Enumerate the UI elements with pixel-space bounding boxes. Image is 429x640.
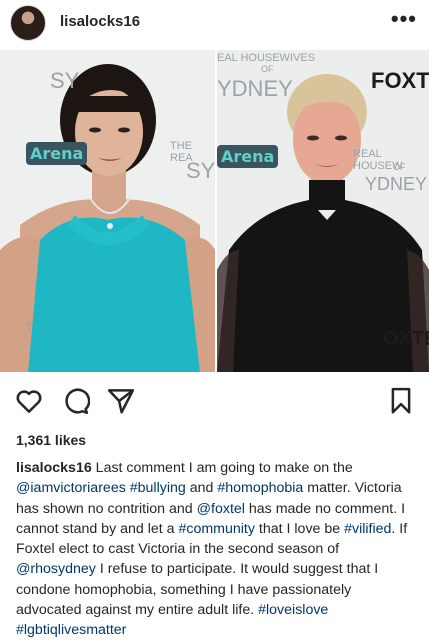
- foxtel-logo: FOXT: [371, 68, 429, 93]
- mention-link[interactable]: @rhosydney: [16, 561, 96, 577]
- foxtel-logo: OXTE: [383, 328, 429, 350]
- comment-icon[interactable]: [60, 386, 90, 416]
- arena-logo: Arena: [26, 142, 88, 165]
- bg-text: YDNEY: [365, 174, 428, 194]
- post-caption: lisalocks16 Last comment I am going to m…: [16, 458, 418, 640]
- bg-text: T: [26, 322, 33, 334]
- bg-text: OF: [261, 64, 274, 74]
- mention-link[interactable]: @foxtel: [197, 501, 245, 517]
- arena-logo: Arena: [217, 145, 279, 168]
- bg-text: EAL HOUSEWIVES: [217, 52, 316, 64]
- caption-text: Last comment I am going to make on the: [91, 460, 353, 476]
- hashtag-link[interactable]: #loveislove: [258, 602, 328, 618]
- likes-count[interactable]: 1,361 likes: [16, 432, 86, 448]
- hashtag-link[interactable]: #homophobia: [217, 480, 303, 496]
- hashtag-link[interactable]: #community: [178, 521, 254, 537]
- post-photo[interactable]: SY THE REA SY T Arena EAL HOUSEWIVES OF: [0, 50, 429, 372]
- heart-icon[interactable]: [14, 386, 44, 416]
- post-header: lisalocks16 •••: [0, 0, 429, 50]
- post-username[interactable]: lisalocks16: [60, 13, 140, 30]
- bookmark-icon[interactable]: [386, 386, 416, 416]
- bg-text: SY: [50, 68, 80, 93]
- bg-text: REAL HOUSEW: [353, 148, 403, 172]
- bg-text: YDNEY: [217, 76, 293, 101]
- hashtag-link[interactable]: #vilified: [344, 521, 391, 537]
- caption-text: that I love be: [254, 520, 345, 537]
- more-options-icon[interactable]: •••: [391, 8, 417, 30]
- avatar[interactable]: [10, 5, 46, 41]
- mention-link[interactable]: @iamvictoriarees: [16, 480, 126, 496]
- caption-text: and: [185, 480, 218, 497]
- share-icon[interactable]: [106, 386, 136, 416]
- hashtag-link[interactable]: #lgbtiqlivesmatter: [16, 622, 126, 638]
- bg-text: OF: [393, 162, 406, 172]
- caption-username[interactable]: lisalocks16: [16, 460, 92, 476]
- hashtag-link[interactable]: #bullying: [130, 480, 186, 496]
- photo-left-panel: SY THE REA SY T Arena: [0, 50, 215, 372]
- photo-right-panel: EAL HOUSEWIVES OF YDNEY REAL HOUSEW OF Y…: [217, 50, 429, 372]
- action-bar: [0, 380, 429, 424]
- bg-text: SY: [186, 158, 215, 183]
